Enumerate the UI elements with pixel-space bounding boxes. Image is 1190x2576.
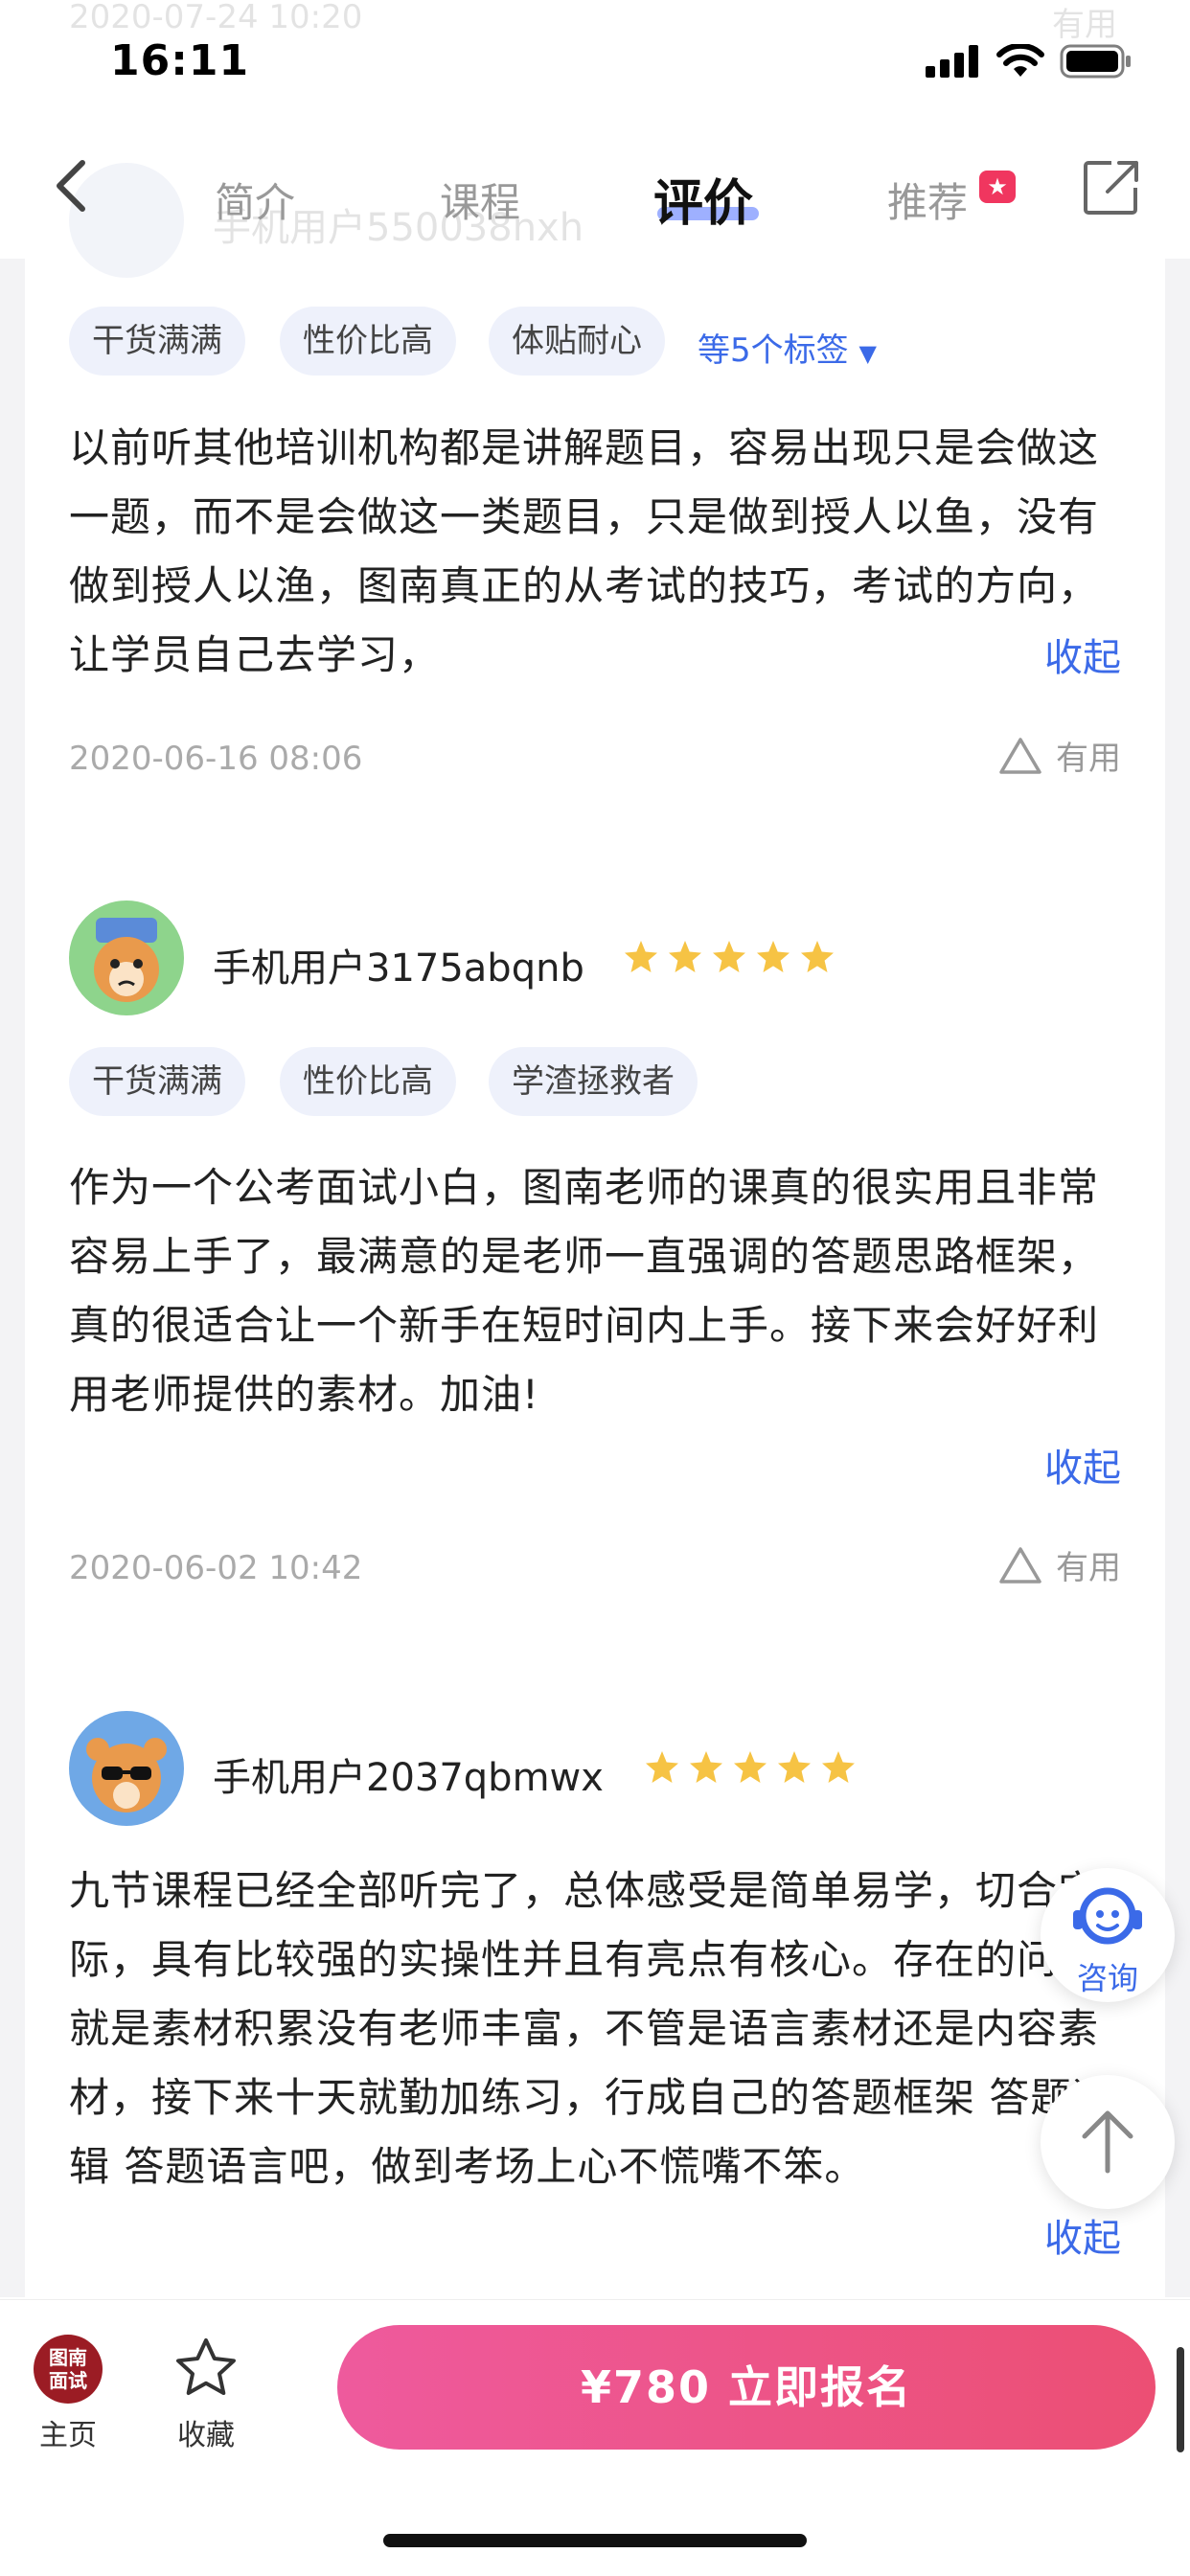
favorite-label: 收藏: [177, 2419, 235, 2452]
ghost-useful: 有用: [1052, 6, 1117, 44]
star-icon: [734, 1751, 767, 1783]
signal-icon: [926, 45, 978, 78]
avatar: [69, 1711, 184, 1826]
more-tags-link[interactable]: 等5个标签 ▼: [698, 324, 877, 371]
scrollbar[interactable]: [1177, 2347, 1184, 2452]
thumb-triangle-icon: [999, 1546, 1041, 1584]
back-arrow-icon[interactable]: [50, 157, 92, 215]
tab-recommend[interactable]: 推荐: [887, 171, 968, 229]
star-icon: [713, 941, 745, 972]
useful-label: 有用: [1056, 1549, 1121, 1587]
brand-logo: 图南 面试: [34, 2335, 103, 2404]
star-icon: [822, 1751, 855, 1783]
bear-sunglasses-avatar-icon: [86, 1738, 167, 1812]
collapse-link[interactable]: 收起: [1044, 627, 1121, 682]
arrow-up-icon: [1082, 2110, 1133, 2174]
home-label: 主页: [39, 2419, 97, 2452]
star-icon: [646, 1751, 678, 1783]
ghost-date: 2020-07-24 10:20: [69, 0, 363, 36]
review-username: 手机用户3175abqnb: [213, 946, 584, 991]
tab-intro[interactable]: 简介: [215, 171, 295, 229]
wifi-icon: [996, 44, 1044, 77]
customer-service-icon: [1073, 1887, 1142, 1945]
review-text: 九节课程已经全部听完了，总体感受是简单易学，切合实际，具有比较强的实操性并且有亮…: [69, 1867, 1113, 2190]
star-icon: [669, 941, 701, 972]
review-username: 手机用户2037qbmwx: [213, 1756, 604, 1800]
share-icon[interactable]: [1083, 159, 1140, 217]
back-to-top-button[interactable]: [1041, 2075, 1175, 2209]
review-text: 作为一个公考面试小白，图南老师的课真的很实用且非常容易上手了，最满意的是老师一直…: [69, 1164, 1100, 1418]
tab-reviews[interactable]: 评价: [653, 163, 753, 235]
home-button[interactable]: 图南 面试 主页: [15, 2335, 121, 2453]
recommend-star-badge: ★: [979, 171, 1016, 203]
collapse-link[interactable]: 收起: [1044, 2207, 1121, 2263]
brand-logo-text-bottom: 面试: [49, 2369, 87, 2392]
thumb-triangle-icon: [999, 737, 1041, 774]
useful-label: 有用: [1056, 740, 1121, 778]
battery-icon: [1060, 44, 1131, 79]
star-outline-icon: [176, 2338, 236, 2395]
caret-down-icon: ▼: [858, 340, 877, 367]
favorite-button[interactable]: 收藏: [153, 2335, 259, 2453]
consult-label: 咨询: [1076, 1960, 1138, 1996]
star-icon: [801, 941, 834, 972]
collapse-link[interactable]: 收起: [1044, 1437, 1121, 1493]
signup-button[interactable]: ¥780 立即报名: [337, 2325, 1156, 2450]
status-time: 16:11: [110, 36, 250, 85]
star-icon: [778, 1751, 811, 1783]
star-icon: [625, 941, 657, 972]
star-icon: [757, 941, 790, 972]
review-tag: 干货满满: [69, 307, 245, 376]
review-tag: 学渣拯救者: [489, 1047, 698, 1116]
avatar: [69, 900, 184, 1015]
star-rating: [644, 1749, 857, 1786]
review-tag: 性价比高: [280, 1047, 456, 1116]
consult-button[interactable]: 咨询: [1041, 1868, 1175, 2002]
left-gutter: [0, 259, 25, 2297]
status-icons: [926, 44, 1133, 79]
tab-header: 简介 课程 评价 推荐 ★: [0, 144, 1190, 259]
review-text: 以前听其他培训机构都是讲解题目，容易出现只是会做这一题，而不是会做这一类题目，只…: [69, 424, 1100, 678]
review-tag: 干货满满: [69, 1047, 245, 1116]
review-date: 2020-06-16 08:06: [69, 740, 363, 778]
more-tags-label: 等5个标签: [698, 331, 849, 370]
home-indicator[interactable]: [383, 2534, 807, 2547]
review-date: 2020-06-02 10:42: [69, 1549, 363, 1587]
star-rating: [623, 939, 835, 975]
tab-course[interactable]: 课程: [440, 171, 520, 229]
useful-button[interactable]: 有用: [998, 1541, 1121, 1588]
bear-avatar-icon: [94, 918, 159, 1002]
useful-button[interactable]: 有用: [998, 732, 1121, 779]
review-tag: 性价比高: [280, 307, 456, 376]
star-icon: [690, 1751, 722, 1783]
review-tag: 体贴耐心: [489, 307, 665, 376]
brand-logo-text-top: 图南: [49, 2346, 87, 2369]
